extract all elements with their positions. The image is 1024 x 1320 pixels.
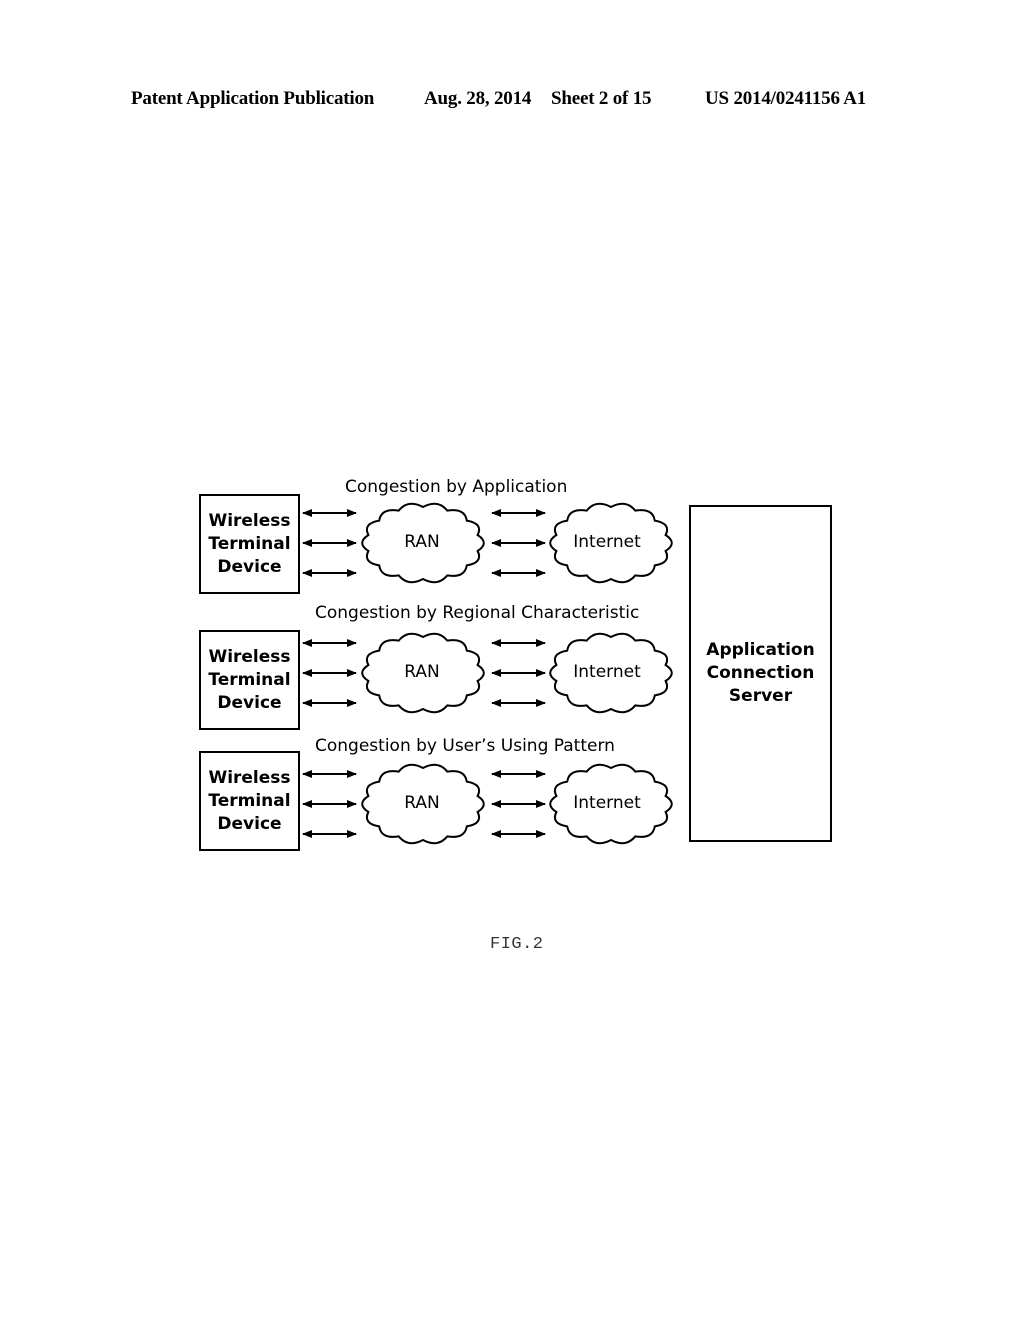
device-label-line: Terminal	[208, 790, 291, 811]
server-label-line: Server	[728, 686, 793, 706]
server-label-line: Connection	[706, 663, 815, 683]
wireless-terminal-device-box: Wireless Terminal Device	[199, 751, 300, 851]
ran-label: RAN	[404, 662, 440, 682]
server-label-line: Application	[706, 640, 815, 660]
device-label-line: Wireless	[208, 510, 291, 531]
device-label-line: Device	[217, 556, 282, 577]
internet-label: Internet	[573, 532, 641, 552]
device-label-line: Wireless	[208, 767, 291, 788]
diagram-canvas	[302, 502, 673, 845]
device-label-line: Device	[217, 813, 282, 834]
figure-label: FIG.2	[490, 935, 544, 954]
wireless-terminal-device-box: Wireless Terminal Device	[199, 630, 300, 730]
ran-label: RAN	[404, 532, 440, 552]
internet-label: Internet	[573, 793, 641, 813]
internet-label: Internet	[573, 662, 641, 682]
row-caption-regional: Congestion by Regional Characteristic	[315, 603, 640, 623]
row-caption-application: Congestion by Application	[345, 477, 568, 497]
device-label-line: Device	[217, 692, 282, 713]
device-label-line: Wireless	[208, 646, 291, 667]
figure-diagram: Congestion by Application Wireless Termi…	[0, 0, 1024, 1320]
application-connection-server-box: Application Connection Server	[689, 505, 832, 842]
row-caption-usage-pattern: Congestion by User’s Using Pattern	[315, 736, 615, 756]
device-label-line: Terminal	[208, 669, 291, 690]
device-label-line: Terminal	[208, 533, 291, 554]
ran-label: RAN	[404, 793, 440, 813]
wireless-terminal-device-box: Wireless Terminal Device	[199, 494, 300, 594]
